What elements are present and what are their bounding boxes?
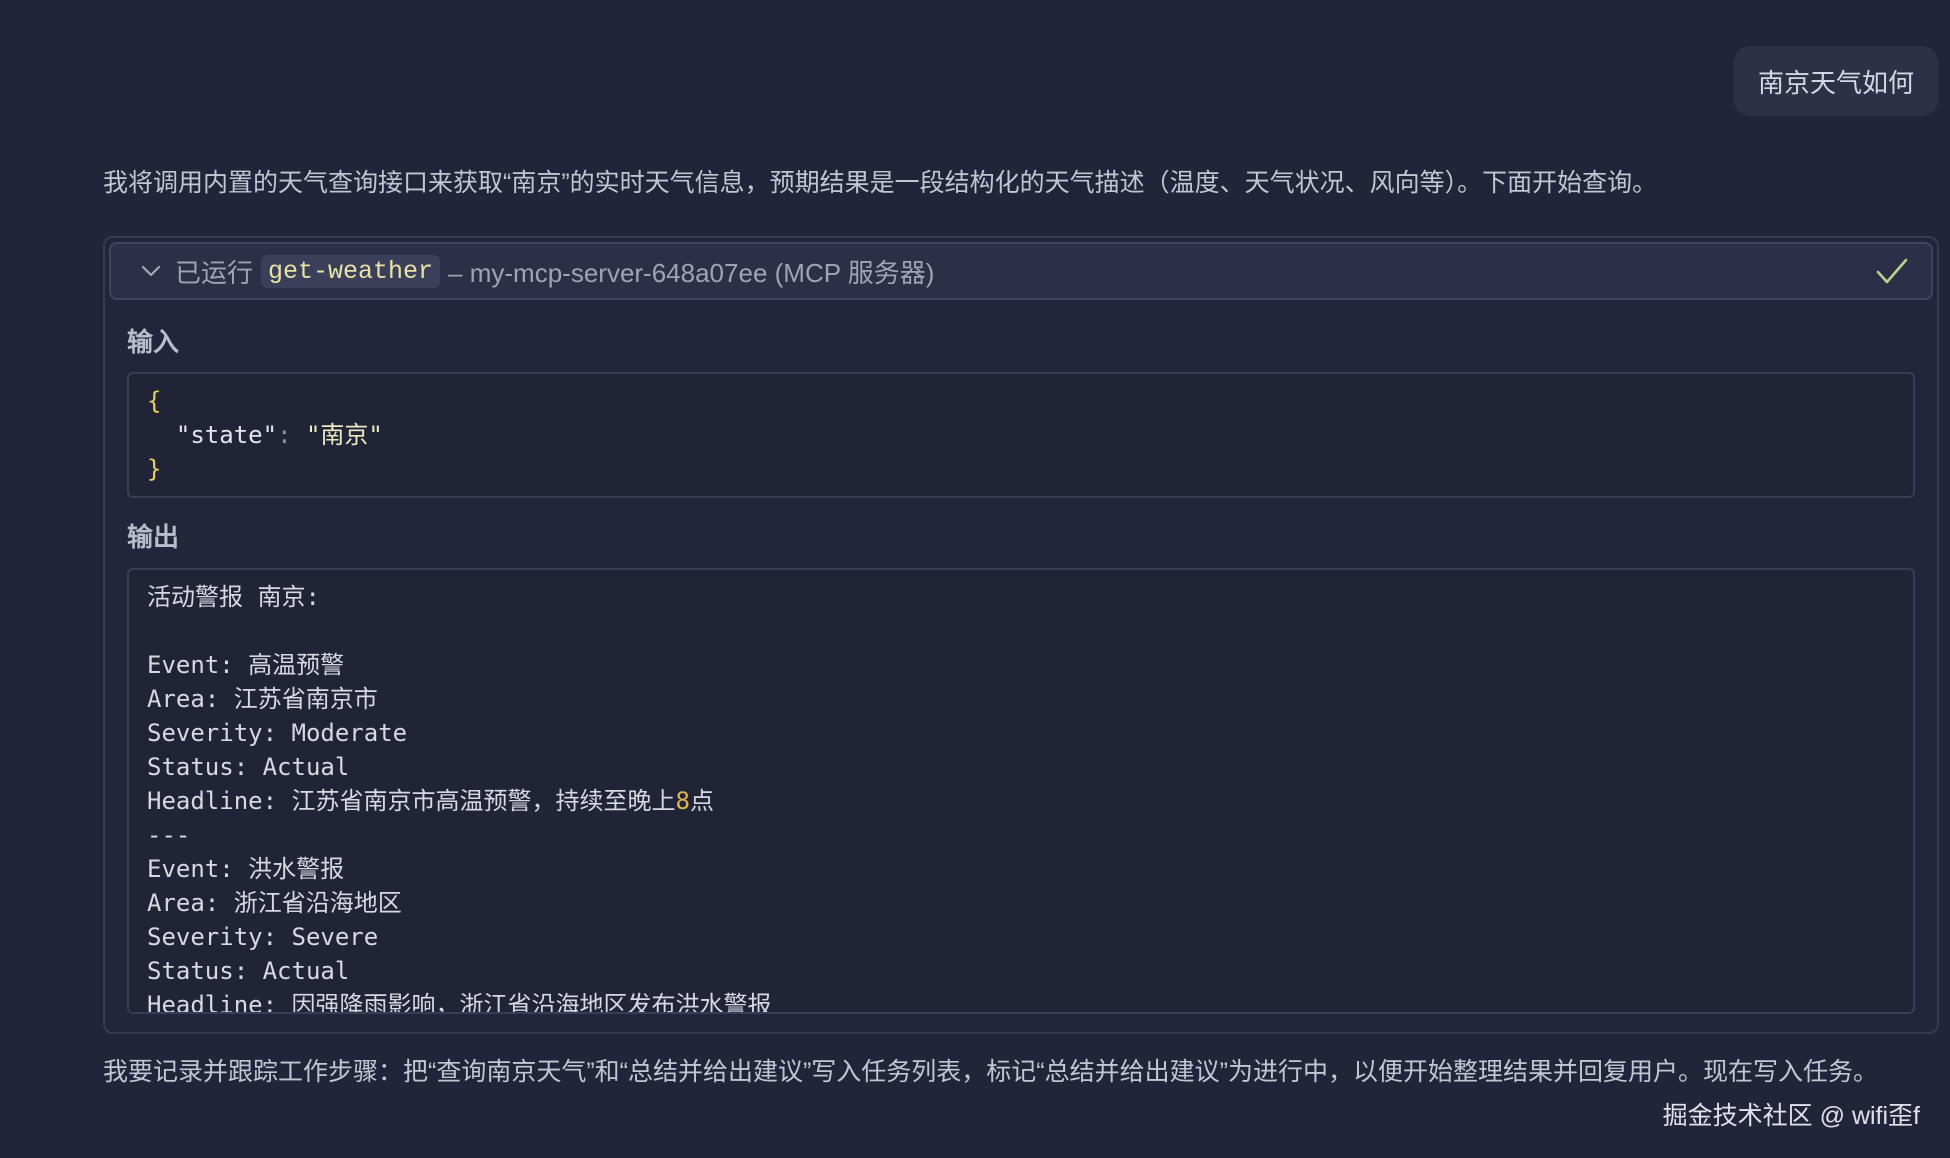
tool-status-label: 已运行 (175, 257, 254, 288)
tool-server-text: – my-mcp-server-648a07ee (MCP 服务器) (448, 257, 935, 288)
output-line: Event: 高温预警 (147, 651, 345, 679)
tool-call-header[interactable]: 已运行 get-weather – my-mcp-server-648a07ee… (109, 242, 1933, 300)
output-line: Headline: 因强降雨影响，浙江省沿海地区发布洪水警报 (147, 991, 772, 1014)
output-line: Severity: Moderate (147, 719, 408, 747)
output-code-block[interactable]: 活动警报 南京: Event: 高温预警 Area: 江苏省南京市 Severity:… (127, 568, 1915, 1014)
check-icon (1876, 258, 1908, 284)
json-value: "南京" (305, 421, 383, 449)
output-line: Status: Actual (147, 753, 350, 781)
output-line: 活动警报 南京: (147, 583, 320, 611)
input-section-label: 输入 (127, 327, 180, 357)
output-line: Status: Actual (147, 957, 350, 985)
tool-call-card: 已运行 get-weather – my-mcp-server-648a07ee… (103, 236, 1939, 1034)
user-message-text: 南京天气如何 (1757, 67, 1914, 98)
assistant-intro-text: 我将调用内置的天气查询接口来获取“南京”的实时天气信息，预期结果是一段结构化的天… (103, 169, 1658, 197)
watermark: 掘金技术社区 @ wifi歪f (1662, 1102, 1920, 1130)
chevron-down-icon[interactable] (139, 259, 163, 283)
user-message-bubble: 南京天气如何 (1733, 46, 1938, 116)
output-line: --- (147, 821, 191, 849)
tool-name: get-weather (261, 254, 441, 288)
output-line: Area: 江苏省南京市 (147, 685, 378, 713)
output-line: Event: 洪水警报 (147, 855, 345, 883)
assistant-outro-text: 我要记录并跟踪工作步骤：把“查询南京天气”和“总结并给出建议”写入任务列表，标记… (103, 1058, 1878, 1086)
output-line: Area: 浙江省沿海地区 (147, 889, 402, 917)
json-key: "state" (175, 421, 278, 449)
json-colon: : (277, 421, 292, 449)
output-line: Severity: Severe (147, 923, 379, 951)
json-close-brace: } (147, 455, 162, 483)
input-code-block: { "state": "南京" } (127, 372, 1915, 498)
output-section-label: 输出 (127, 522, 180, 552)
output-line: Headline: 江苏省南京市高温预警，持续至晚上8点 (147, 787, 714, 815)
json-open-brace: { (147, 387, 162, 415)
